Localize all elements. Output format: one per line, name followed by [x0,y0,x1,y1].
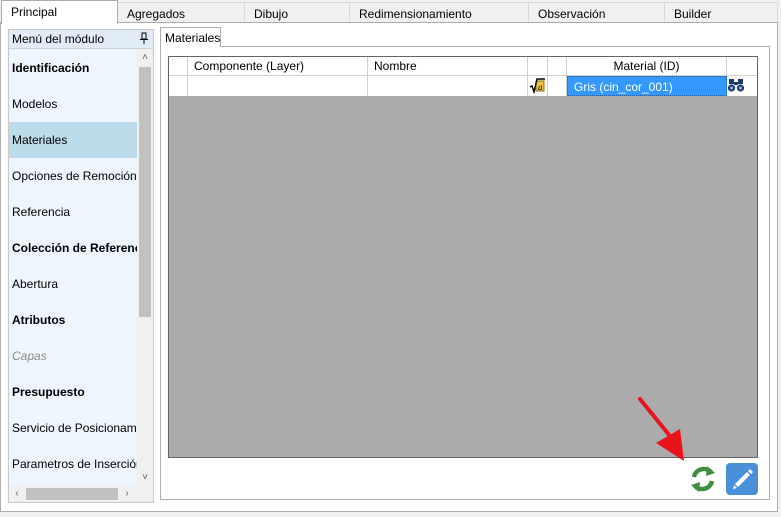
formula-icon[interactable]: a [529,77,546,94]
menu-item-atributos[interactable]: Atributos [9,302,137,338]
menu-item-referencia[interactable]: Referencia [9,194,137,230]
tab-principal[interactable]: Principal [1,0,118,24]
binoculars-icon[interactable] [727,77,745,93]
module-menu-title: Menú del módulo [12,32,105,46]
cell-formula[interactable]: a [528,76,548,96]
column-header-formula[interactable] [528,57,548,75]
column-header-search[interactable] [727,57,757,75]
module-menu: Menú del módulo Identificación Modelos M… [8,29,154,503]
menu-horizontal-scrollbar[interactable]: ‹ › [9,486,153,502]
menu-horizontal-scroll-thumb[interactable] [26,488,118,500]
grid-header-row: Componente (Layer) Nombre Material (ID) [169,57,757,76]
menu-item-coleccion-referencia[interactable]: Colección de Referencia [9,230,137,266]
menu-item-capas: Capas [12,349,47,363]
cell-search[interactable] [727,76,757,96]
table-row[interactable]: a Gris (cin_cor_001) [169,76,757,96]
menu-item-opciones-remocion[interactable]: Opciones de Remoción [9,158,137,194]
menu-item-identificacion[interactable]: Identificación [9,50,137,86]
scroll-right-icon[interactable]: › [119,486,135,502]
menu-item-materiales[interactable]: Materiales [9,122,137,158]
column-header-name[interactable]: Nombre [368,57,528,75]
module-menu-list: Identificación Modelos Materiales Opcion… [9,50,137,486]
materials-grid: Componente (Layer) Nombre Material (ID) … [168,56,758,458]
menu-item-modelos[interactable]: Modelos [9,86,137,122]
row-header-cell[interactable] [169,76,188,96]
tab-builder[interactable]: Builder [664,2,778,23]
cell-material[interactable]: Gris (cin_cor_001) [567,76,727,96]
scroll-down-icon[interactable]: ˅ [137,470,153,486]
menu-vertical-scrollbar[interactable]: ˄ ˅ [137,50,153,486]
cell-component[interactable] [188,76,368,96]
menu-item-presupuesto[interactable]: Presupuesto [9,374,137,410]
scroll-left-icon[interactable]: ‹ [9,486,25,502]
tab-observacion[interactable]: Observación [528,2,665,23]
pencil-icon [726,463,758,495]
pin-icon[interactable] [140,32,148,45]
tab-redimensionamiento[interactable]: Redimensionamiento [349,2,529,23]
column-header-material[interactable]: Material (ID) [567,57,727,75]
column-header-blank[interactable] [548,57,567,75]
refresh-icon [691,466,715,492]
column-header-component[interactable]: Componente (Layer) [188,57,368,75]
main-tabbar: Principal Agregados Dibujo Redimensionam… [0,0,781,24]
scroll-up-icon[interactable]: ˄ [137,50,153,66]
menu-item-servicio-posicionamiento[interactable]: Servicio de Posicionamiento [9,410,137,446]
cell-name[interactable] [368,76,528,96]
tab-agregados[interactable]: Agregados [117,2,245,23]
svg-text:a: a [538,83,543,92]
tab-dibujo[interactable]: Dibujo [244,2,350,23]
subtab-materiales[interactable]: Materiales [160,27,221,47]
edit-button[interactable] [726,463,758,495]
grid-corner-header[interactable] [169,57,188,75]
materials-panel: Componente (Layer) Nombre Material (ID) … [160,46,770,500]
module-menu-header: Menú del módulo [9,30,153,49]
menu-vertical-scroll-thumb[interactable] [139,67,151,317]
menu-item-abertura[interactable]: Abertura [9,266,137,302]
refresh-button[interactable] [687,463,719,495]
cell-blank[interactable] [548,76,567,96]
menu-item-parametros-insercion[interactable]: Parametros de Inserción [9,446,137,482]
